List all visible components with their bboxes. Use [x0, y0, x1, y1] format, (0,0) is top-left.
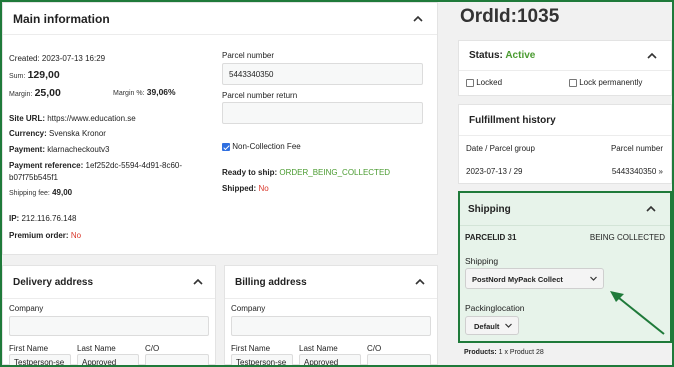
shipping-method-select[interactable]: PostNord MyPack Collect — [465, 268, 604, 289]
billing-co-input[interactable] — [367, 354, 431, 367]
shipping-title: Shipping — [468, 203, 511, 215]
fulfillment-col-parcel: Parcel number — [610, 144, 663, 153]
billing-last-name-input[interactable]: Approved — [299, 354, 361, 367]
billing-first-name-input[interactable]: Testperson-se — [231, 354, 293, 367]
packing-location-label: Packinglocation — [465, 303, 525, 313]
non-collection-fee-checkbox[interactable] — [222, 142, 230, 151]
billing-address-header[interactable]: Billing address — [225, 266, 437, 299]
ip-row: IP: 212.116.76.148 — [9, 214, 77, 223]
fulfillment-history-card: Fulfillment history Date / Parcel group … — [458, 104, 672, 184]
packing-location-select[interactable]: Default — [465, 316, 519, 335]
billing-co-label: C/O — [367, 344, 382, 353]
main-information-title: Main information — [13, 11, 110, 26]
locked-option: Locked — [466, 78, 502, 87]
chevron-down-icon — [505, 323, 512, 328]
left-column: Main information Created: 2023-07-13 16:… — [2, 2, 438, 367]
shipping-fee-row: Shipping fee: 49,00 — [9, 188, 73, 197]
shipping-card: Shipping PARCELID 31 BEING COLLECTED Shi… — [458, 191, 672, 343]
fulfillment-col-date: Date / Parcel group — [466, 144, 535, 153]
delivery-last-name-input[interactable]: Approved — [77, 354, 139, 367]
parcel-return-input[interactable] — [222, 102, 423, 124]
sum-row: Sum: 129,00 — [9, 69, 60, 81]
margin-row: Margin: 25,00 — [9, 87, 61, 99]
billing-address-card: Billing address Company First Name Last … — [224, 265, 438, 367]
delivery-first-name-label: First Name — [9, 344, 49, 353]
main-information-card: Main information Created: 2023-07-13 16:… — [2, 2, 438, 255]
chevron-up-icon[interactable] — [644, 202, 658, 216]
products-row: Products: 1 x Product 28 — [464, 349, 544, 356]
chevron-down-icon — [590, 276, 597, 281]
annotation-arrow-icon — [610, 291, 665, 335]
fulfillment-row-parcel-link[interactable]: 5443340350 » — [612, 167, 663, 176]
parcel-number-input[interactable]: 5443340350 — [222, 63, 423, 85]
billing-last-name-label: Last Name — [299, 344, 338, 353]
fulfillment-history-header[interactable]: Fulfillment history — [459, 105, 671, 136]
margin-pct-row: Margin %: 39,06% — [113, 87, 176, 97]
status-header[interactable]: Status: Active — [459, 41, 671, 71]
delivery-company-input[interactable] — [9, 316, 209, 336]
status-value: Active — [505, 50, 536, 61]
delivery-address-title: Delivery address — [13, 276, 94, 288]
ready-to-ship-row: Ready to ship: ORDER_BEING_COLLECTED — [222, 168, 391, 177]
shipping-header[interactable]: Shipping — [460, 193, 670, 226]
order-title: OrdId:1035 — [460, 6, 560, 27]
parcel-id: PARCELID 31 — [465, 233, 517, 242]
right-column: OrdId:1035 Status: Active Locked Lock pe… — [458, 2, 672, 365]
main-information-header[interactable]: Main information — [3, 3, 437, 35]
parcel-return-label: Parcel number return — [222, 91, 298, 100]
status-card: Status: Active Locked Lock permanently — [458, 40, 672, 96]
fulfillment-row-date: 2023-07-13 / 29 — [466, 167, 523, 176]
billing-company-label: Company — [231, 304, 266, 313]
premium-order-row: Premium order: No — [9, 231, 82, 240]
shipping-method-label: Shipping — [465, 256, 499, 266]
delivery-co-label: C/O — [145, 344, 160, 353]
non-collection-fee-row: Non-Collection Fee — [222, 142, 301, 151]
delivery-address-header[interactable]: Delivery address — [3, 266, 215, 299]
chevron-up-icon[interactable] — [191, 275, 205, 289]
shipped-row: Shipped: No — [222, 184, 269, 193]
lock-permanently-checkbox[interactable] — [569, 78, 577, 87]
delivery-last-name-label: Last Name — [77, 344, 116, 353]
lock-permanently-option: Lock permanently — [569, 78, 642, 87]
created-row: Created: 2023-07-13 16:29 — [9, 54, 106, 63]
delivery-first-name-input[interactable]: Testperson-se — [9, 354, 71, 367]
delivery-company-label: Company — [9, 304, 44, 313]
payment-reference-row: Payment reference: 1ef252dc-5594-4d91-8c… — [9, 161, 183, 170]
billing-company-input[interactable] — [231, 316, 431, 336]
parcel-status: BEING COLLECTED — [589, 233, 665, 242]
delivery-co-input[interactable] — [145, 354, 209, 367]
chevron-up-icon[interactable] — [413, 275, 427, 289]
status-title: Status: Active — [469, 50, 536, 61]
billing-first-name-label: First Name — [231, 344, 271, 353]
fulfillment-history-title: Fulfillment history — [469, 114, 556, 126]
locked-checkbox[interactable] — [466, 78, 474, 87]
currency-row: Currency: Svenska Kronor — [9, 129, 106, 138]
payment-row: Payment: klarnacheckoutv3 — [9, 145, 110, 154]
payment-reference-row-2: b07f75b545f1 — [9, 173, 58, 182]
delivery-address-card: Delivery address Company First Name Last… — [2, 265, 216, 367]
parcel-number-label: Parcel number — [222, 51, 275, 60]
chevron-up-icon[interactable] — [411, 12, 425, 26]
chevron-up-icon[interactable] — [645, 49, 659, 63]
billing-address-title: Billing address — [235, 276, 307, 288]
site-url-row: Site URL: https://www.education.se — [9, 114, 136, 123]
